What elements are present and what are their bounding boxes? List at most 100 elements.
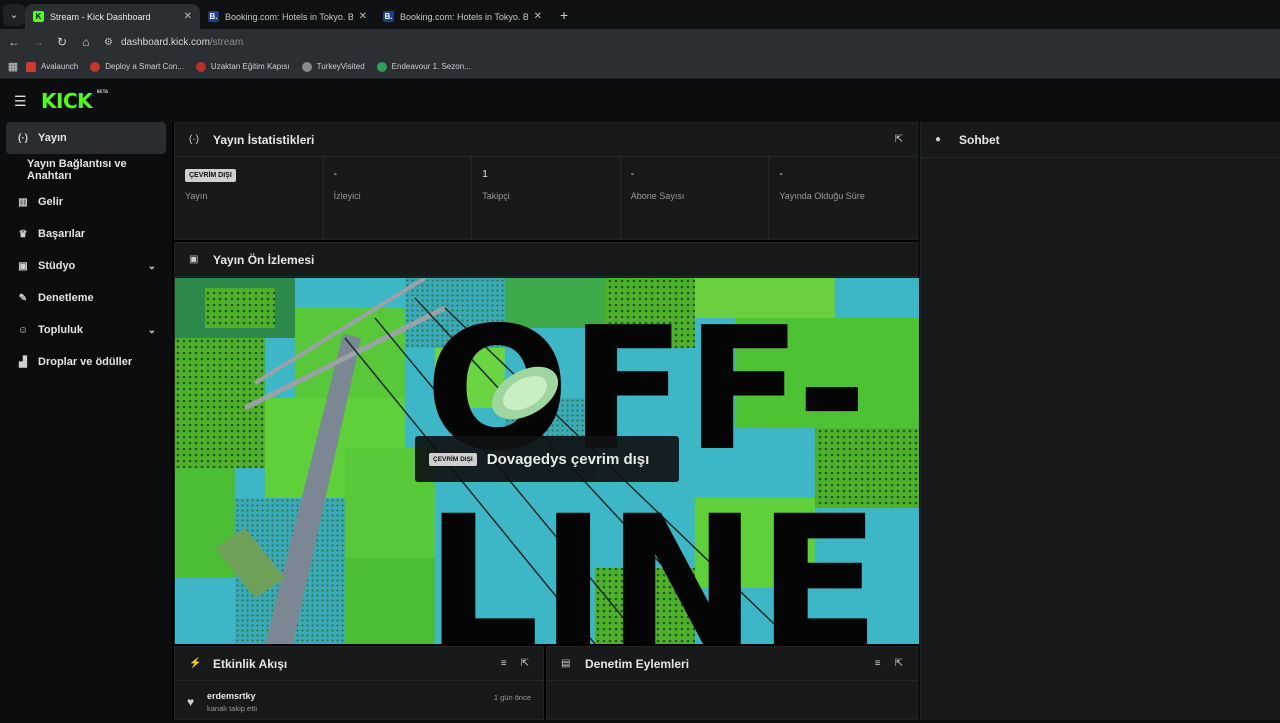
stat-label: Yayın xyxy=(185,191,208,201)
panel-title: Yayın İstatistikleri xyxy=(213,132,315,147)
sidebar-item-stream-key[interactable]: Yayın Bağlantısı ve Anahtarı xyxy=(0,154,172,186)
chat-bubble-icon: ● xyxy=(935,134,942,145)
offline-status-text: Dovagedys çevrim dışı xyxy=(486,450,650,468)
stream-stats-panel: (·) Yayın İstatistikleri ⇱ ÇEVRİM DIŞI Y… xyxy=(174,122,918,240)
sidebar-item-yayin[interactable]: (·) Yayın xyxy=(6,122,166,154)
bookmark-icon xyxy=(90,61,101,72)
offline-art-text-bottom: LINE xyxy=(425,478,880,644)
trophy-icon: ♛ xyxy=(18,228,28,240)
sidebar-item-basarilar[interactable]: ♛ Başarılar xyxy=(0,218,172,250)
close-icon[interactable]: ✕ xyxy=(359,11,367,22)
bookmarks-bar: ▦ Avalaunch Deploy a Smart Con... Uzakta… xyxy=(0,55,1280,79)
bookmark-item[interactable]: Deploy a Smart Con... xyxy=(90,61,184,72)
apps-grid-icon[interactable]: ▦ xyxy=(0,60,26,73)
sidebar-item-topluluk[interactable]: ☺ Topluluk ⌄ xyxy=(0,314,172,346)
tab-kick-dashboard[interactable]: K Stream - Kick Dashboard ✕ xyxy=(25,4,200,29)
bookmark-item[interactable]: TurkeyVisited xyxy=(301,61,365,72)
preview-icon: ▣ xyxy=(189,254,199,265)
back-arrow-icon[interactable]: ← xyxy=(2,35,26,49)
panel-title: Etkinlik Akışı xyxy=(213,656,288,671)
bookmark-item[interactable]: Avalaunch xyxy=(26,61,78,72)
moderation-actions-panel: ▤ Denetim Eylemleri ≡ ⇱ xyxy=(546,646,918,720)
home-icon[interactable]: ⌂ xyxy=(74,35,98,49)
broadcast-icon: (·) xyxy=(18,132,28,144)
bookmark-item[interactable]: Uzaktan Eğitim Kapısı xyxy=(195,61,290,72)
community-icon: ☺ xyxy=(17,324,29,336)
stat-label: Yayında Olduğu Süre xyxy=(779,191,865,201)
bookmark-icon xyxy=(195,61,206,72)
bookmark-item[interactable]: Endeavour 1. Sezon... xyxy=(376,61,471,72)
document-icon: ▤ xyxy=(561,658,571,669)
panel-header: ▤ Denetim Eylemleri ≡ ⇱ xyxy=(547,647,917,681)
sidebar-item-label: Droplar ve ödüller xyxy=(38,356,133,368)
sidebar-item-label: Yayın Bağlantısı ve Anahtarı xyxy=(27,158,127,182)
sidebar-item-denetleme[interactable]: ✎ Denetleme xyxy=(0,282,172,314)
stat-label: Abone Sayısı xyxy=(630,191,685,201)
panel-title: Yayın Ön İzlemesi xyxy=(213,252,315,267)
tab-title: Stream - Kick Dashboard xyxy=(50,11,151,22)
sidebar: (·) Yayın Yayın Bağlantısı ve Anahtarı ▥… xyxy=(0,122,172,720)
filter-icon[interactable]: ≡ xyxy=(501,658,507,669)
beta-badge: BETA xyxy=(96,89,109,94)
sidebar-item-droplar[interactable]: ▟ Droplar ve ödüller xyxy=(0,346,172,378)
close-icon[interactable]: ✕ xyxy=(184,11,192,22)
lightning-icon: ⚡ xyxy=(189,658,202,669)
new-tab-button[interactable]: + xyxy=(560,7,568,23)
panel-header: ⚡ Etkinlik Akışı ≡ ⇱ xyxy=(175,647,543,681)
reload-icon[interactable]: ↻ xyxy=(50,35,74,49)
booking-favicon-icon: B. xyxy=(208,11,219,22)
close-icon[interactable]: ✕ xyxy=(534,11,542,22)
stat-value: - xyxy=(630,169,635,180)
popout-icon[interactable]: ⇱ xyxy=(521,658,529,669)
hamburger-menu-icon[interactable]: ☰ xyxy=(14,93,36,110)
offline-badge: ÇEVRİM DIŞI xyxy=(429,452,477,466)
tab-search-button[interactable]: ⌄ xyxy=(3,3,25,26)
chat-panel: ● Sohbet xyxy=(920,122,1280,720)
feed-timestamp: 1 gün önce xyxy=(493,693,531,702)
bookmark-icon xyxy=(376,61,387,72)
feed-username[interactable]: erdemsrtky xyxy=(207,691,257,701)
heart-icon: ♥ xyxy=(187,695,195,709)
tab-title: Booking.com: Hotels in Tokyo. B xyxy=(400,11,528,22)
kick-favicon-icon: K xyxy=(33,11,44,22)
offline-status-overlay: ÇEVRİM DIŞI Dovagedys çevrim dışı xyxy=(415,436,679,482)
list-item: ♥ erdemsrtky kanalı takip etti 1 gün önc… xyxy=(175,681,543,723)
drops-icon: ▟ xyxy=(19,356,27,368)
feed-description: kanalı takip etti xyxy=(207,704,258,713)
filter-icon[interactable]: ≡ xyxy=(875,658,881,669)
site-info-icon[interactable]: ⚙ xyxy=(104,37,113,48)
offline-badge: ÇEVRİM DIŞI xyxy=(185,169,236,182)
sidebar-item-label: Denetleme xyxy=(38,292,94,304)
popout-icon[interactable]: ⇱ xyxy=(895,658,903,669)
kick-logo[interactable]: KICK BETA xyxy=(41,89,108,113)
sidebar-item-studyo[interactable]: ▣ Stüdyo ⌄ xyxy=(0,250,172,282)
panel-header: ▣ Yayın Ön İzlemesi xyxy=(175,243,917,277)
offline-banner-image: OFF- LINE ÇEVRİM DIŞI Dovagedys çevrim d… xyxy=(175,278,919,644)
activity-feed-panel: ⚡ Etkinlik Akışı ≡ ⇱ ♥ erdemsrtky kanalı… xyxy=(174,646,544,720)
stat-viewers: - İzleyici xyxy=(324,157,473,239)
stat-followers: 1 Takipçi xyxy=(472,157,621,239)
url-field[interactable]: ⚙ dashboard.kick.com/stream xyxy=(104,37,243,48)
panel-header: (·) Yayın İstatistikleri ⇱ xyxy=(175,123,917,157)
tab-booking-2[interactable]: B. Booking.com: Hotels in Tokyo. B ✕ xyxy=(375,4,550,29)
sidebar-item-label: Yayın xyxy=(38,132,67,144)
stats-row: ÇEVRİM DIŞI Yayın - İzleyici 1 Takipçi -… xyxy=(175,157,917,239)
main-content: (·) Yayın İstatistikleri ⇱ ÇEVRİM DIŞI Y… xyxy=(172,122,919,720)
booking-favicon-icon: B. xyxy=(383,11,394,22)
popout-icon[interactable]: ⇱ xyxy=(895,134,903,145)
chevron-down-icon[interactable]: ⌄ xyxy=(148,325,156,336)
chevron-down-icon[interactable]: ⌄ xyxy=(148,261,156,272)
browser-tab-bar: ⌄ K Stream - Kick Dashboard ✕ B. Booking… xyxy=(0,0,1280,29)
url-host: dashboard.kick.com xyxy=(120,36,210,48)
broadcast-icon: (·) xyxy=(189,134,199,145)
forward-arrow-icon[interactable]: → xyxy=(26,35,50,49)
revenue-icon: ▥ xyxy=(18,196,28,208)
sidebar-item-label: Topluluk xyxy=(38,324,84,336)
tab-booking-1[interactable]: B. Booking.com: Hotels in Tokyo. B ✕ xyxy=(200,4,375,29)
sidebar-item-gelir[interactable]: ▥ Gelir xyxy=(0,186,172,218)
studio-icon: ▣ xyxy=(18,260,28,272)
wrench-icon: ✎ xyxy=(18,292,28,304)
stat-value: 1 xyxy=(482,169,488,180)
stat-value: - xyxy=(779,169,783,180)
stream-preview-panel: ▣ Yayın Ön İzlemesi OFF- LINE ÇEVRİM DIŞ… xyxy=(174,242,919,644)
